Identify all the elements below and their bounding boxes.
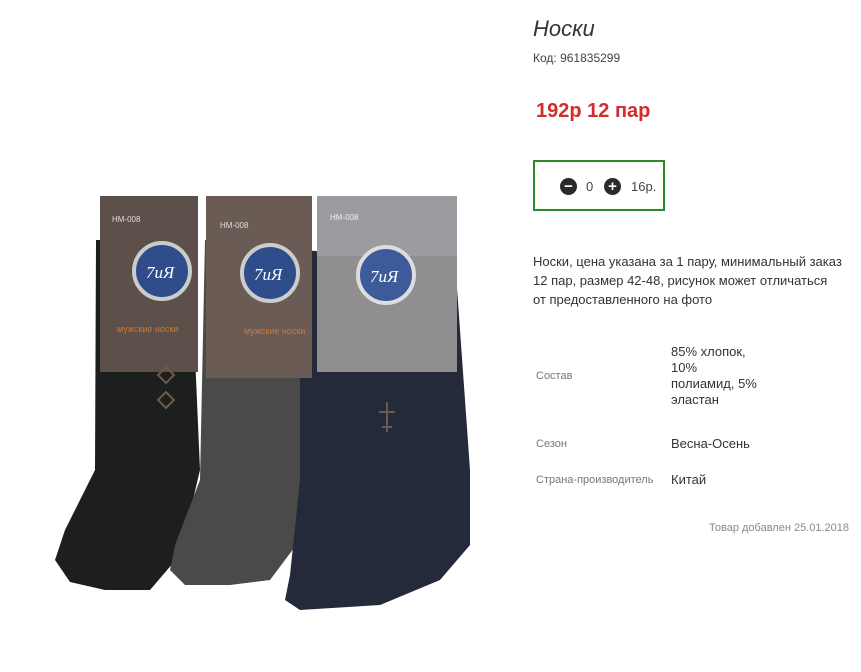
spec-row-country: Страна-производитель Китай xyxy=(536,462,761,498)
label-card-3: HM-008 7иЯ xyxy=(317,196,457,372)
label-card-2: HM-008 7иЯ мужские носки xyxy=(206,196,312,378)
product-price: 192р 12 пар xyxy=(536,100,651,122)
spec-key: Страна-производитель xyxy=(536,474,654,486)
card-caption-1: мужские носки xyxy=(117,324,178,334)
spec-table: Состав 85% хлопок, 10% полиамид, 5% элас… xyxy=(536,326,761,498)
logo-text-1: 7иЯ xyxy=(146,263,175,282)
label-card-1: HM-008 7иЯ мужские носки xyxy=(100,196,198,372)
spec-key: Состав xyxy=(536,370,573,382)
product-title: Носки xyxy=(533,16,595,41)
minus-icon[interactable]: − xyxy=(560,178,577,195)
logo-text-2: 7иЯ xyxy=(254,265,283,284)
spec-value: Весна-Осень xyxy=(671,436,750,451)
plus-icon[interactable]: + xyxy=(604,178,621,195)
product-code: Код: 961835299 xyxy=(533,51,621,65)
card-code-1: HM-008 xyxy=(112,215,141,224)
spec-value: Китай xyxy=(671,472,707,487)
product-description: Носки, цена указана за 1 пару, минимальн… xyxy=(533,254,842,307)
unit-price: 16р. xyxy=(631,179,657,194)
quantity-value[interactable]: 0 xyxy=(586,179,593,194)
spec-value: 85% хлопок, 10% полиамид, 5% эластан xyxy=(671,344,757,407)
quantity-selector: − 0 + 16р. xyxy=(533,160,665,211)
spec-key: Сезон xyxy=(536,438,567,450)
card-code-2: HM-008 xyxy=(220,221,249,230)
logo-text-3: 7иЯ xyxy=(370,267,399,286)
card-caption-2: мужские носки xyxy=(244,326,305,336)
product-image[interactable]: HM-008 7иЯ мужские носки HM-008 7иЯ мужс… xyxy=(0,0,520,667)
date-added: Товар добавлен 25.01.2018 xyxy=(709,522,850,534)
spec-row-season: Сезон Весна-Осень xyxy=(536,426,761,462)
spec-row-composition: Состав 85% хлопок, 10% полиамид, 5% элас… xyxy=(536,326,761,426)
card-code-3: HM-008 xyxy=(330,213,359,222)
